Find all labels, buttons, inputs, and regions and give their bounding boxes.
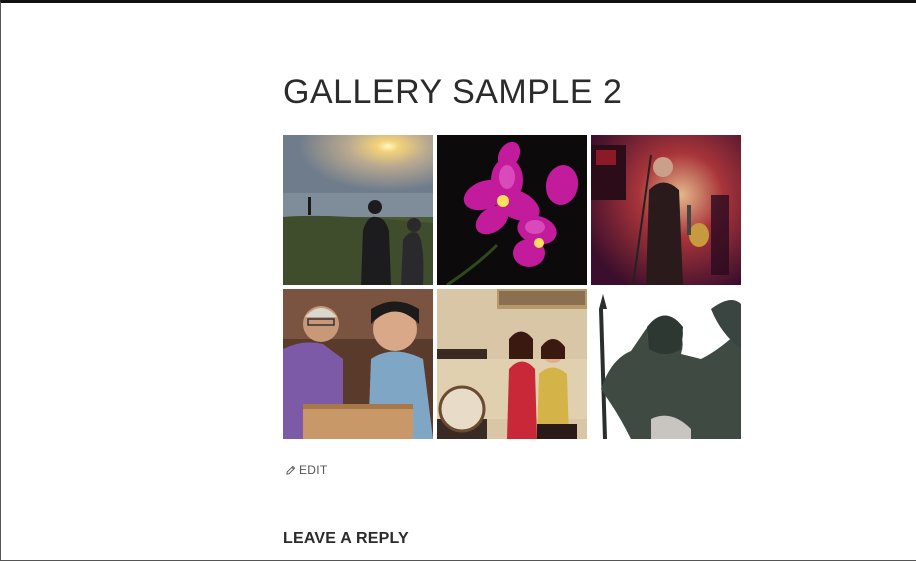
gallery-thumb-couple[interactable] [283, 289, 433, 439]
gallery-thumb-women[interactable] [437, 289, 587, 439]
leave-reply-heading: LEAVE A REPLY [283, 530, 409, 547]
gallery-thumb-sunset[interactable] [283, 135, 433, 285]
two-women-sofa-photo [437, 289, 587, 439]
gallery-thumb-orchid[interactable] [437, 135, 587, 285]
elderly-couple-reading-photo [283, 289, 433, 439]
edit-label: EDIT [299, 463, 328, 477]
pencil-icon [286, 465, 296, 475]
page-title: GALLERY SAMPLE 2 [283, 73, 623, 111]
edit-link[interactable]: EDIT [285, 463, 328, 477]
gallery-thumb-statue[interactable] [591, 289, 741, 439]
image-gallery [283, 135, 741, 439]
purple-orchid-photo [437, 135, 587, 285]
guitarist-stage-photo [591, 135, 741, 285]
gallery-thumb-guitarist[interactable] [591, 135, 741, 285]
sunset-coast-photo [283, 135, 433, 285]
bronze-statue-photo [591, 289, 741, 439]
